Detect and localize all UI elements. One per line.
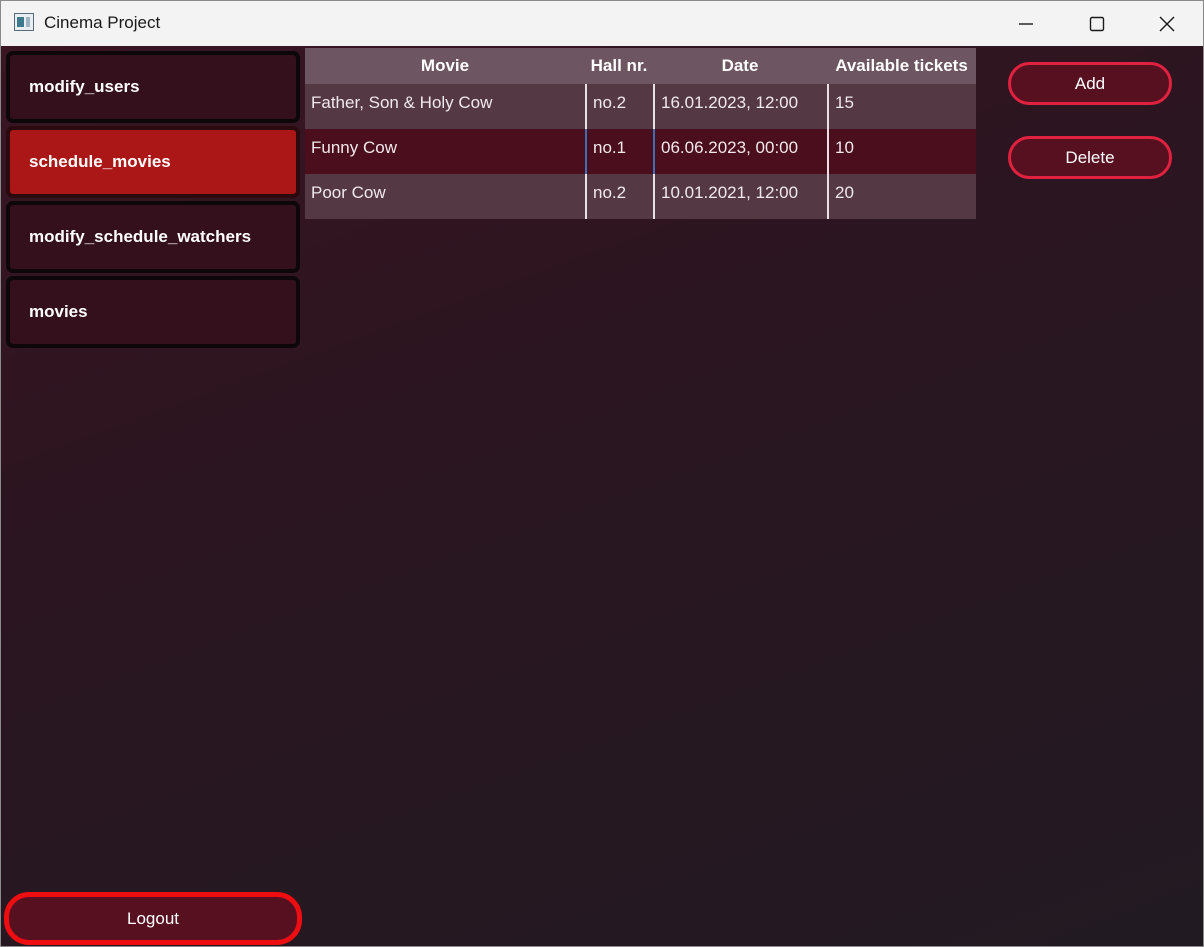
cell-hall[interactable]: no.2 [585, 174, 653, 219]
app-icon [14, 13, 34, 31]
minimize-icon [1019, 23, 1033, 25]
main-content: modify_users schedule_movies modify_sche… [1, 46, 1203, 946]
column-header-date[interactable]: Date [653, 48, 827, 84]
cell-hall[interactable]: no.1 [585, 129, 653, 174]
nav-schedule-movies-button[interactable]: schedule_movies [6, 126, 300, 198]
table-header: Movie Hall nr. Date Available tickets [305, 48, 976, 84]
cell-movie[interactable]: Father, Son & Holy Cow [305, 84, 585, 129]
cell-movie[interactable]: Funny Cow [305, 129, 585, 174]
close-button[interactable] [1132, 1, 1202, 46]
cell-tickets[interactable]: 10 [827, 129, 976, 174]
cell-date[interactable]: 16.01.2023, 12:00 [653, 84, 827, 129]
close-icon [1159, 16, 1175, 32]
cell-tickets[interactable]: 15 [827, 84, 976, 129]
cell-hall[interactable]: no.2 [585, 84, 653, 129]
nav-label: movies [29, 302, 88, 321]
table-row[interactable]: Poor Cow no.2 10.01.2021, 12:00 20 [305, 174, 976, 219]
column-header-hall[interactable]: Hall nr. [585, 48, 653, 84]
nav-modify-users-button[interactable]: modify_users [6, 51, 300, 123]
nav-label: schedule_movies [29, 152, 171, 171]
table-row[interactable]: Father, Son & Holy Cow no.2 16.01.2023, … [305, 84, 976, 129]
column-header-movie[interactable]: Movie [305, 48, 585, 84]
cell-movie[interactable]: Poor Cow [305, 174, 585, 219]
schedule-table[interactable]: Movie Hall nr. Date Available tickets Fa… [305, 48, 976, 219]
nav-movies-button[interactable]: movies [6, 276, 300, 348]
minimize-button[interactable] [991, 1, 1061, 46]
nav-modify-schedule-watchers-button[interactable]: modify_schedule_watchers [6, 201, 300, 273]
column-header-tickets[interactable]: Available tickets [827, 48, 976, 84]
nav-label: modify_schedule_watchers [29, 227, 252, 246]
cell-date[interactable]: 06.06.2023, 00:00 [653, 129, 827, 174]
logout-button[interactable]: Logout [4, 892, 302, 945]
app-window: Cinema Project modify_users schedule_mov… [0, 0, 1204, 947]
maximize-button[interactable] [1062, 1, 1132, 46]
table-row[interactable]: Funny Cow no.1 06.06.2023, 00:00 10 [305, 129, 976, 174]
cell-tickets[interactable]: 20 [827, 174, 976, 219]
cell-date[interactable]: 10.01.2021, 12:00 [653, 174, 827, 219]
add-button[interactable]: Add [1008, 62, 1172, 105]
delete-button[interactable]: Delete [1008, 136, 1172, 179]
window-title: Cinema Project [44, 13, 161, 32]
nav-label: modify_users [29, 77, 140, 96]
maximize-icon [1089, 16, 1105, 32]
title-bar[interactable]: Cinema Project [1, 1, 1203, 46]
